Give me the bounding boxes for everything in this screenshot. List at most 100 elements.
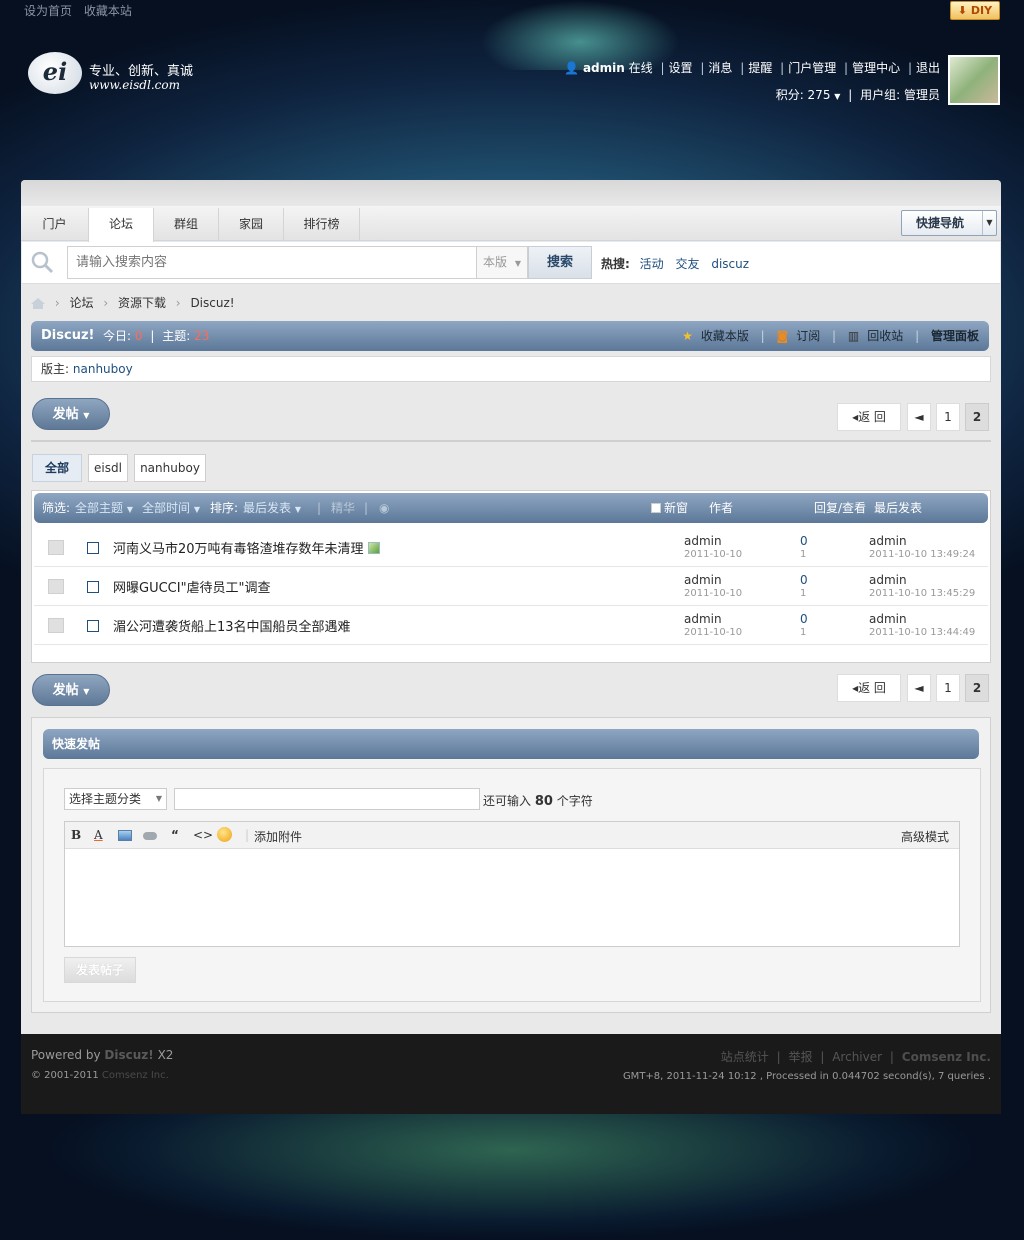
- back-button[interactable]: ◂返 回: [837, 674, 901, 702]
- thread-last-date[interactable]: 2011-10-10 13:45:29: [869, 588, 975, 599]
- hot-term[interactable]: 交友: [675, 257, 699, 271]
- portal-admin-link[interactable]: 门户管理: [788, 61, 836, 75]
- archiver-link[interactable]: Archiver: [832, 1050, 882, 1064]
- tab-home[interactable]: 家园: [219, 208, 284, 241]
- tab-forum[interactable]: 论坛: [88, 208, 154, 242]
- search-bar: 本版 ▼ 搜索 热搜: 活动 交友 discuz: [22, 242, 1000, 284]
- subject-input[interactable]: [174, 788, 480, 810]
- smiley-icon[interactable]: [217, 827, 232, 842]
- discuz-link[interactable]: Discuz!: [104, 1048, 153, 1062]
- subscribe-link[interactable]: 订阅: [796, 329, 820, 343]
- comsenz-brand-link[interactable]: Comsenz Inc.: [902, 1050, 991, 1064]
- quick-nav-button[interactable]: 快捷导航 ▼: [901, 210, 997, 236]
- all-threads-filter[interactable]: 全部主题 ▼: [75, 493, 133, 525]
- set-homepage-link[interactable]: 设为首页: [24, 4, 72, 18]
- thread-author[interactable]: admin: [684, 612, 722, 626]
- new-post-button[interactable]: 发帖 ▼: [32, 674, 110, 706]
- code-icon[interactable]: <>: [193, 828, 213, 842]
- comsenz-link[interactable]: Comsenz Inc.: [102, 1070, 169, 1081]
- thread-icon[interactable]: [48, 540, 64, 555]
- prev-page-button[interactable]: ◄: [907, 403, 931, 431]
- thread-author[interactable]: admin: [684, 573, 722, 587]
- tab-ranking[interactable]: 排行榜: [284, 208, 360, 241]
- filter-tab-eisdl[interactable]: eisdl: [88, 454, 128, 482]
- refresh-icon[interactable]: ◉: [379, 493, 389, 523]
- all-time-filter[interactable]: 全部时间 ▼: [142, 493, 200, 525]
- page-link[interactable]: 1: [936, 403, 960, 431]
- filter-tab-all[interactable]: 全部: [32, 454, 82, 482]
- bookmark-site-link[interactable]: 收藏本站: [84, 4, 132, 18]
- sort-label: 排序:: [210, 501, 239, 515]
- username-link[interactable]: admin: [583, 61, 625, 75]
- thread-last-author[interactable]: admin: [869, 573, 907, 587]
- page-link[interactable]: 1: [936, 674, 960, 702]
- main-nav: 门户 论坛 群组 家园 排行榜 快捷导航 ▼: [21, 206, 1001, 242]
- favorite-forum-link[interactable]: 收藏本版: [701, 329, 749, 343]
- admin-center-link[interactable]: 管理中心: [852, 61, 900, 75]
- thread-title-link[interactable]: 湄公河遭袭货船上13名中国船员全部遇难: [113, 616, 351, 635]
- new-window-toggle[interactable]: 新窗: [651, 493, 688, 523]
- points-link[interactable]: 积分: 275: [776, 88, 831, 102]
- sort-latest-filter[interactable]: 最后发表 ▼: [243, 493, 301, 525]
- advanced-mode-link[interactable]: 高级模式: [901, 828, 949, 845]
- prev-page-button[interactable]: ◄: [907, 674, 931, 702]
- thread-date: 2011-10-10: [684, 549, 743, 560]
- tab-groups[interactable]: 群组: [154, 208, 219, 241]
- admin-panel-link[interactable]: 管理面板: [931, 329, 979, 343]
- image-icon[interactable]: [118, 830, 132, 841]
- diy-button[interactable]: ⬇ DIY: [950, 1, 1000, 20]
- submit-post-button[interactable]: 发表帖子: [64, 957, 136, 983]
- settings-link[interactable]: 设置: [669, 61, 693, 75]
- thread-checkbox[interactable]: [87, 620, 99, 632]
- quote-icon[interactable]: “: [171, 828, 179, 842]
- avatar[interactable]: [948, 55, 1000, 105]
- moderator-link[interactable]: nanhuboy: [73, 362, 133, 376]
- category-select[interactable]: 选择主题分类 ▼: [64, 788, 167, 810]
- thread-replies[interactable]: 0: [800, 534, 808, 548]
- report-link[interactable]: 举报: [789, 1050, 813, 1064]
- logout-link[interactable]: 退出: [916, 61, 940, 75]
- thread-icon[interactable]: [48, 618, 64, 633]
- thread-author[interactable]: admin: [684, 534, 722, 548]
- site-logo[interactable]: ei: [28, 52, 82, 94]
- checkbox[interactable]: [651, 503, 661, 513]
- thread-title-link[interactable]: 河南义马市20万吨有毒铬渣堆存数年未清理: [113, 538, 380, 557]
- reply-view-column-header: 回复/查看: [814, 501, 867, 515]
- thread-last-author[interactable]: admin: [869, 534, 907, 548]
- home-icon[interactable]: [31, 298, 45, 309]
- thread-last-date[interactable]: 2011-10-10 13:49:24: [869, 549, 975, 560]
- hot-term[interactable]: 活动: [640, 257, 664, 271]
- thread-title-link[interactable]: 网曝GUCCI"虐待员工"调查: [113, 577, 271, 596]
- search-scope-select[interactable]: 本版 ▼: [476, 246, 528, 279]
- recycle-bin-link[interactable]: 回收站: [867, 329, 903, 343]
- thread-icon[interactable]: [48, 579, 64, 594]
- notices-link[interactable]: 提醒: [748, 61, 772, 75]
- thread-checkbox[interactable]: [87, 581, 99, 593]
- site-stats-link[interactable]: 站点统计: [721, 1050, 769, 1064]
- thread-replies[interactable]: 0: [800, 573, 808, 587]
- thread-replies[interactable]: 0: [800, 612, 808, 626]
- back-button[interactable]: ◂返 回: [837, 403, 901, 431]
- attach-file-link[interactable]: 添加附件: [254, 828, 302, 845]
- bold-icon[interactable]: B: [71, 828, 81, 842]
- user-group-link[interactable]: 用户组: 管理员: [860, 88, 940, 102]
- hot-term[interactable]: discuz: [711, 257, 749, 271]
- filter-tab-nanhuboy[interactable]: nanhuboy: [134, 454, 206, 482]
- breadcrumb-category[interactable]: 资源下载: [118, 296, 166, 310]
- moderator-label: 版主:: [41, 362, 70, 376]
- search-input[interactable]: [67, 246, 477, 279]
- message-textarea[interactable]: [65, 849, 959, 946]
- link-icon[interactable]: [143, 832, 157, 840]
- chevron-down-icon: ▼: [83, 687, 90, 696]
- tab-portal[interactable]: 门户: [21, 208, 89, 241]
- thread-last-date[interactable]: 2011-10-10 13:44:49: [869, 627, 975, 638]
- thread-checkbox[interactable]: [87, 542, 99, 554]
- breadcrumb-forum[interactable]: 论坛: [69, 296, 93, 310]
- messages-link[interactable]: 消息: [708, 61, 732, 75]
- font-color-icon[interactable]: A: [94, 828, 103, 842]
- digest-filter[interactable]: 精华: [331, 493, 355, 523]
- online-status[interactable]: 在线: [629, 61, 653, 75]
- thread-last-author[interactable]: admin: [869, 612, 907, 626]
- new-post-button[interactable]: 发帖 ▼: [32, 398, 110, 430]
- search-button[interactable]: 搜索: [528, 246, 592, 279]
